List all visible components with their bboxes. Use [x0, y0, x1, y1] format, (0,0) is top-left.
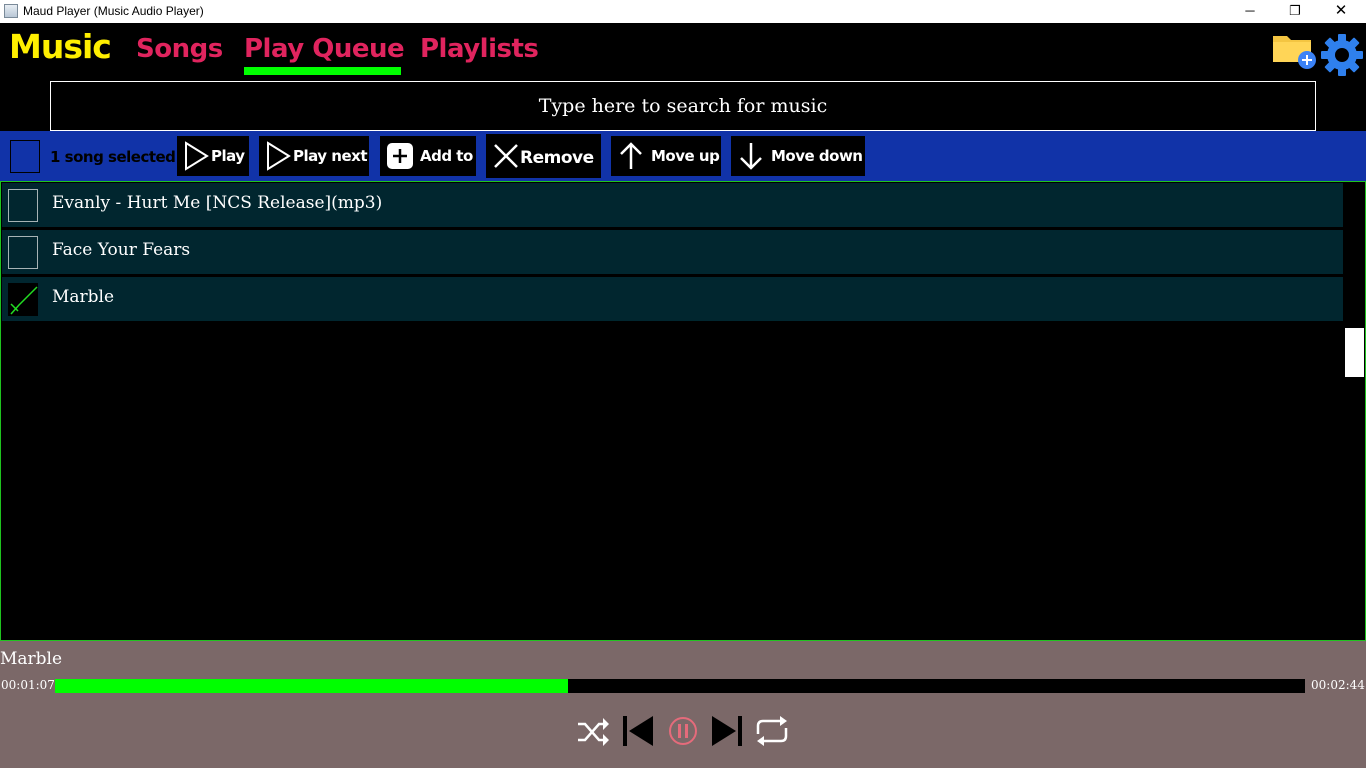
shuffle-icon[interactable]: [575, 712, 611, 750]
play-queue-list: Evanly - Hurt Me [NCS Release](mp3) Face…: [0, 181, 1366, 641]
tab-playlists[interactable]: Playlists: [420, 34, 539, 64]
song-title: Marble: [52, 287, 115, 307]
song-title: Evanly - Hurt Me [NCS Release](mp3): [52, 193, 383, 213]
title-bar: Maud Player (Music Audio Player) ─ ❐ ✕: [0, 0, 1366, 23]
maximize-button[interactable]: ❐: [1272, 0, 1318, 23]
current-time: 00:01:07: [1, 678, 55, 692]
row-checkbox[interactable]: [8, 236, 38, 269]
song-title: Face Your Fears: [52, 240, 191, 260]
queue-row[interactable]: Evanly - Hurt Me [NCS Release](mp3): [2, 183, 1343, 227]
brand-title: Music: [9, 27, 112, 66]
app-icon: [4, 4, 18, 18]
scrollbar-thumb[interactable]: [1345, 328, 1364, 377]
progress-fill: [55, 679, 568, 693]
pause-icon[interactable]: [665, 712, 701, 750]
close-icon: [494, 144, 518, 168]
play-next-button[interactable]: Play next: [259, 136, 369, 176]
queue-row[interactable]: Marble: [2, 277, 1343, 321]
minimize-button[interactable]: ─: [1227, 0, 1273, 23]
previous-icon[interactable]: [620, 712, 656, 750]
repeat-icon[interactable]: [754, 712, 790, 750]
move-down-button[interactable]: Move down: [731, 136, 865, 176]
next-icon[interactable]: [709, 712, 745, 750]
play-next-label: Play next: [293, 147, 368, 165]
add-icon: [387, 143, 413, 169]
queue-row[interactable]: Face Your Fears: [2, 230, 1343, 274]
arrow-down-icon: [740, 143, 762, 170]
move-up-label: Move up: [651, 147, 720, 165]
move-down-label: Move down: [771, 147, 863, 165]
total-time: 00:02:44: [1311, 678, 1365, 692]
tab-songs[interactable]: Songs: [136, 34, 223, 64]
gear-icon[interactable]: [1320, 33, 1364, 77]
close-button[interactable]: ✕: [1318, 0, 1364, 23]
move-up-button[interactable]: Move up: [611, 136, 721, 176]
row-checkbox[interactable]: [8, 189, 38, 222]
select-all-checkbox[interactable]: [10, 140, 40, 173]
window-title: Maud Player (Music Audio Player): [23, 4, 204, 18]
selection-count: 1 song selected: [50, 148, 176, 166]
now-playing-title: Marble: [0, 649, 63, 669]
folder-add-icon[interactable]: [1272, 31, 1316, 71]
progress-bar[interactable]: [55, 679, 1305, 693]
row-checkbox[interactable]: [8, 283, 38, 316]
search-input[interactable]: [50, 81, 1316, 131]
add-to-label: Add to: [420, 147, 473, 165]
play-icon: [185, 141, 209, 171]
play-label: Play: [211, 147, 245, 165]
arrow-up-icon: [620, 142, 642, 169]
play-button[interactable]: Play: [177, 136, 249, 176]
active-tab-indicator: [244, 67, 401, 75]
remove-button[interactable]: Remove: [486, 134, 601, 178]
checkmark-icon: [10, 286, 38, 315]
play-next-icon: [267, 141, 291, 171]
scrollbar[interactable]: [1344, 182, 1365, 640]
remove-label: Remove: [520, 148, 594, 168]
tab-play-queue[interactable]: Play Queue: [244, 34, 405, 64]
add-to-button[interactable]: Add to: [380, 136, 476, 176]
